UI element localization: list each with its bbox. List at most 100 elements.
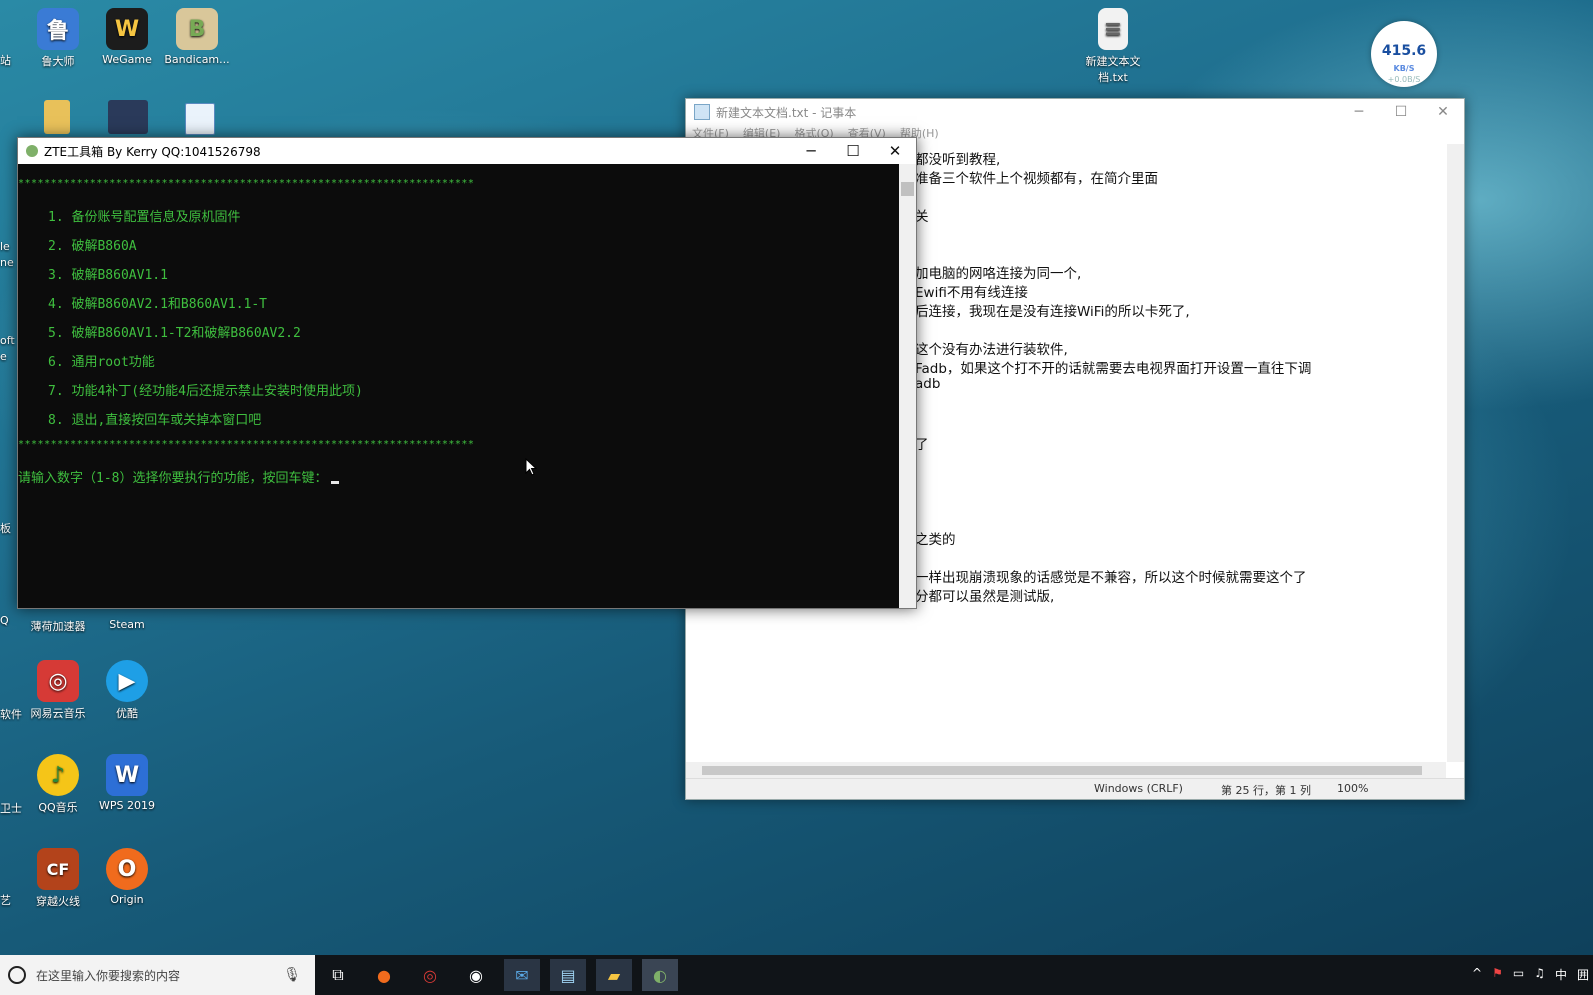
desktop-icon-qqmusic[interactable]: ♪ QQ音乐	[23, 754, 93, 815]
close-button[interactable]: ✕	[874, 142, 916, 160]
desktop-icon-bandicam[interactable]: B Bandicam...	[162, 8, 232, 66]
desktop-icon-label: 穿越火线	[36, 895, 80, 908]
scrollbar-thumb[interactable]	[901, 182, 914, 196]
netease-music-taskbar-icon[interactable]: ◎	[412, 959, 448, 991]
desktop-edge-label[interactable]: 艺	[0, 892, 20, 908]
taskbar-search-box[interactable]: 在这里输入你要搜索的内容 🎙	[0, 955, 315, 995]
tray-app-icon[interactable]: ⚑	[1492, 966, 1503, 983]
ime-mode-icon[interactable]: 囲	[1577, 966, 1589, 983]
text-line: 后连接，我现在是没有连接WiFi的所以卡死了,	[915, 304, 1190, 320]
desktop-icon-wps[interactable]: W WPS 2019	[92, 754, 162, 812]
notepad-vertical-scrollbar[interactable]	[1447, 144, 1464, 762]
desktop-icon-wegame[interactable]: W WeGame	[92, 8, 162, 66]
zte-toolbox-taskbar-icon[interactable]: ◐	[642, 959, 678, 991]
menu-item: 8. 退出,直接按回车或关掉本窗口吧	[48, 413, 262, 428]
ludashi-icon: 鲁	[37, 8, 79, 50]
crossfire-icon: CF	[37, 848, 79, 890]
origin-icon: O	[106, 848, 148, 890]
desktop-icon-label: 薄荷加速器	[30, 620, 86, 633]
volume-icon[interactable]: ♫	[1534, 966, 1545, 983]
menu-item: 6. 通用root功能	[48, 355, 155, 370]
text-line: 了	[915, 437, 929, 453]
tray-expand-icon[interactable]: ^	[1472, 966, 1482, 983]
notepad-title: 新建文本文档.txt - 记事本	[716, 105, 857, 120]
desktop-icon-text-file[interactable]: ≡ 新建文本文档.txt	[1073, 8, 1153, 85]
minimize-button[interactable]: ─	[1338, 104, 1380, 120]
taskbar: 在这里输入你要搜索的内容 🎙 ⧉ ● ◎ ◉ ✉ ▤ ▰ ◐ ^ ⚑ ▭ ♫ 中…	[0, 955, 1593, 995]
speed-value: 415.6 KB/S	[1381, 43, 1427, 73]
console-output[interactable]: ****************************************…	[18, 164, 898, 608]
desktop-icon-label: WPS 2019	[99, 799, 155, 812]
status-position: 第 25 行，第 1 列	[1221, 784, 1311, 797]
record-taskbar-icon[interactable]: ◉	[458, 959, 494, 991]
netease-music-icon: ◎	[37, 660, 79, 702]
input-method-icon[interactable]: 中	[1555, 966, 1567, 983]
separator-line: ****************************************…	[18, 178, 475, 189]
desktop-icon-label: Steam	[109, 618, 145, 631]
video-file-icon[interactable]	[185, 103, 215, 135]
desktop-icon-origin[interactable]: O Origin	[92, 848, 162, 906]
text-cursor	[331, 481, 340, 484]
folder-icon[interactable]	[44, 100, 70, 134]
speed-sub: +0.0B/S	[1387, 75, 1421, 84]
text-line: 加电脑的网咯连接为同一个,	[915, 266, 1082, 282]
desktop-edge-label[interactable]: 站	[0, 52, 20, 68]
menu-item: 5. 破解B860AV1.1-T2和破解B860AV2.2	[48, 326, 301, 341]
desktop-icon-label: WeGame	[102, 53, 152, 66]
separator-line: ****************************************…	[18, 439, 475, 450]
desktop-icon-label: 新建文本文档.txt	[1085, 55, 1141, 84]
status-encoding: Windows (CRLF)	[1094, 782, 1183, 795]
explorer-taskbar-icon[interactable]: ▰	[596, 959, 632, 991]
desktop-icon-label: Bandicam...	[164, 53, 230, 66]
desktop-edge-label[interactable]: Q	[0, 614, 20, 627]
text-line: 分都可以虽然是测试版,	[915, 589, 1055, 605]
desktop-icon-label: 网易云音乐	[30, 707, 86, 720]
text-line: adb	[915, 376, 941, 392]
input-prompt[interactable]: 请输入数字（1-8）选择你要执行的功能，按回车键：	[18, 467, 340, 486]
notepad-horizontal-scrollbar[interactable]	[686, 762, 1446, 779]
minimize-button[interactable]: ─	[790, 142, 832, 160]
bandizip-taskbar-icon[interactable]: ✉	[504, 959, 540, 991]
network-speed-widget[interactable]: 415.6 KB/S +0.0B/S	[1371, 21, 1437, 87]
text-line: Fadb，如果这个打不开的话就需要去电视界面打开设置一直往下调	[915, 361, 1312, 377]
menu-item: 3. 破解B860AV1.1	[48, 268, 168, 283]
qqmusic-icon: ♪	[37, 754, 79, 796]
desktop-edge-label[interactable]: 软件	[0, 706, 24, 722]
wps-icon: W	[106, 754, 148, 796]
desktop-icon-netease-music[interactable]: ◎ 网易云音乐	[23, 660, 93, 721]
notepad-app-icon	[694, 104, 710, 120]
desktop-edge-label[interactable]: 卫士	[0, 800, 24, 816]
network-icon[interactable]: ▭	[1513, 966, 1524, 983]
scrollbar-thumb[interactable]	[702, 766, 1422, 775]
close-button[interactable]: ✕	[1422, 104, 1464, 120]
menu-item: 4. 破解B860AV2.1和B860AV1.1-T	[48, 297, 268, 312]
console-scrollbar[interactable]	[899, 164, 916, 608]
cortana-icon[interactable]	[8, 966, 26, 984]
text-line: 准备三个软件上个视频都有，在简介里面	[915, 171, 1158, 187]
desktop-icon-label: 鲁大师	[41, 55, 75, 68]
console-title: ZTE工具箱 By Kerry QQ:1041526798	[44, 144, 261, 159]
console-titlebar[interactable]: ZTE工具箱 By Kerry QQ:1041526798 ─ ☐ ✕	[18, 138, 916, 164]
text-line: 都没听到教程,	[915, 152, 1001, 168]
bandicam-icon: B	[176, 8, 218, 50]
origin-taskbar-icon[interactable]: ●	[366, 959, 402, 991]
maximize-button[interactable]: ☐	[1380, 104, 1422, 120]
system-tray: ^ ⚑ ▭ ♫ 中 囲	[1472, 966, 1589, 983]
microphone-icon[interactable]: 🎙	[283, 967, 301, 983]
menu-item: 2. 破解B860A	[48, 239, 137, 254]
notepad-taskbar-icon[interactable]: ▤	[550, 959, 586, 991]
game-icon[interactable]	[108, 100, 148, 134]
desktop-icon-ludashi[interactable]: 鲁 鲁大师	[23, 8, 93, 69]
task-view-icon[interactable]: ⧉	[320, 959, 356, 991]
text-line: 这个没有办法进行装软件,	[915, 342, 1068, 358]
search-placeholder: 在这里输入你要搜索的内容	[36, 968, 181, 983]
menu-item: 7. 功能4补丁(经功能4后还提示禁止安装时使用此项)	[48, 384, 363, 399]
text-line: 一样出现崩溃现象的话感觉是不兼容，所以这个时候就需要这个了	[915, 570, 1307, 586]
desktop-icon-crossfire[interactable]: CF 穿越火线	[23, 848, 93, 909]
notepad-titlebar[interactable]: 新建文本文档.txt - 记事本 ─ ☐ ✕	[686, 99, 1464, 125]
console-window[interactable]: ZTE工具箱 By Kerry QQ:1041526798 ─ ☐ ✕ ****…	[17, 137, 917, 609]
maximize-button[interactable]: ☐	[832, 142, 874, 160]
desktop-icon-youku[interactable]: ▶ 优酷	[92, 660, 162, 721]
menu-item: 1. 备份账号配置信息及原机固件	[48, 210, 241, 225]
wegame-icon: W	[106, 8, 148, 50]
